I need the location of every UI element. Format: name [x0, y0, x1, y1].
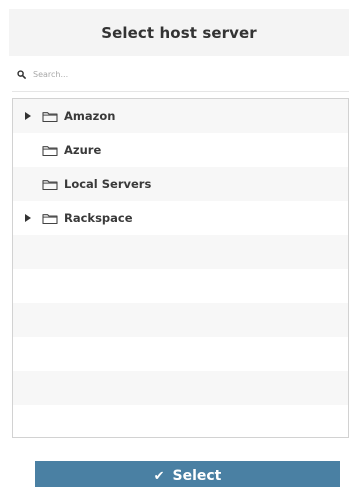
tree-item-azure[interactable]: Azure [13, 133, 348, 167]
dialog-title: Select host server [101, 23, 257, 42]
dialog-header: Select host server [9, 9, 349, 56]
select-host-dialog: Select host server Amazon [0, 0, 351, 487]
tree-item-amazon[interactable]: Amazon [13, 99, 348, 133]
folder-icon [41, 212, 58, 225]
expand-caret-icon[interactable] [24, 112, 32, 120]
tree-item-label: Rackspace [64, 211, 133, 225]
tree-item-label: Amazon [64, 109, 116, 123]
search-bar [15, 64, 349, 84]
search-divider [12, 91, 349, 92]
check-icon: ✔ [153, 468, 165, 484]
folder-icon [41, 178, 58, 191]
tree-item-label: Azure [64, 143, 102, 157]
empty-row [13, 235, 348, 269]
empty-row [13, 371, 348, 405]
tree-item-rackspace[interactable]: Rackspace [13, 201, 348, 235]
select-button-label: Select [172, 468, 222, 484]
tree-item-label: Local Servers [64, 177, 152, 191]
search-icon [15, 68, 27, 80]
server-tree: Amazon Azure Local Servers Rackspace [12, 98, 349, 438]
tree-item-local-servers[interactable]: Local Servers [13, 167, 348, 201]
search-input[interactable] [33, 66, 333, 82]
expand-caret-icon[interactable] [24, 214, 32, 222]
folder-icon [41, 110, 58, 123]
empty-row [13, 405, 348, 437]
empty-row [13, 269, 348, 303]
empty-row [13, 303, 348, 337]
empty-row [13, 337, 348, 371]
folder-icon [41, 144, 58, 157]
select-button[interactable]: ✔ Select [35, 461, 340, 487]
